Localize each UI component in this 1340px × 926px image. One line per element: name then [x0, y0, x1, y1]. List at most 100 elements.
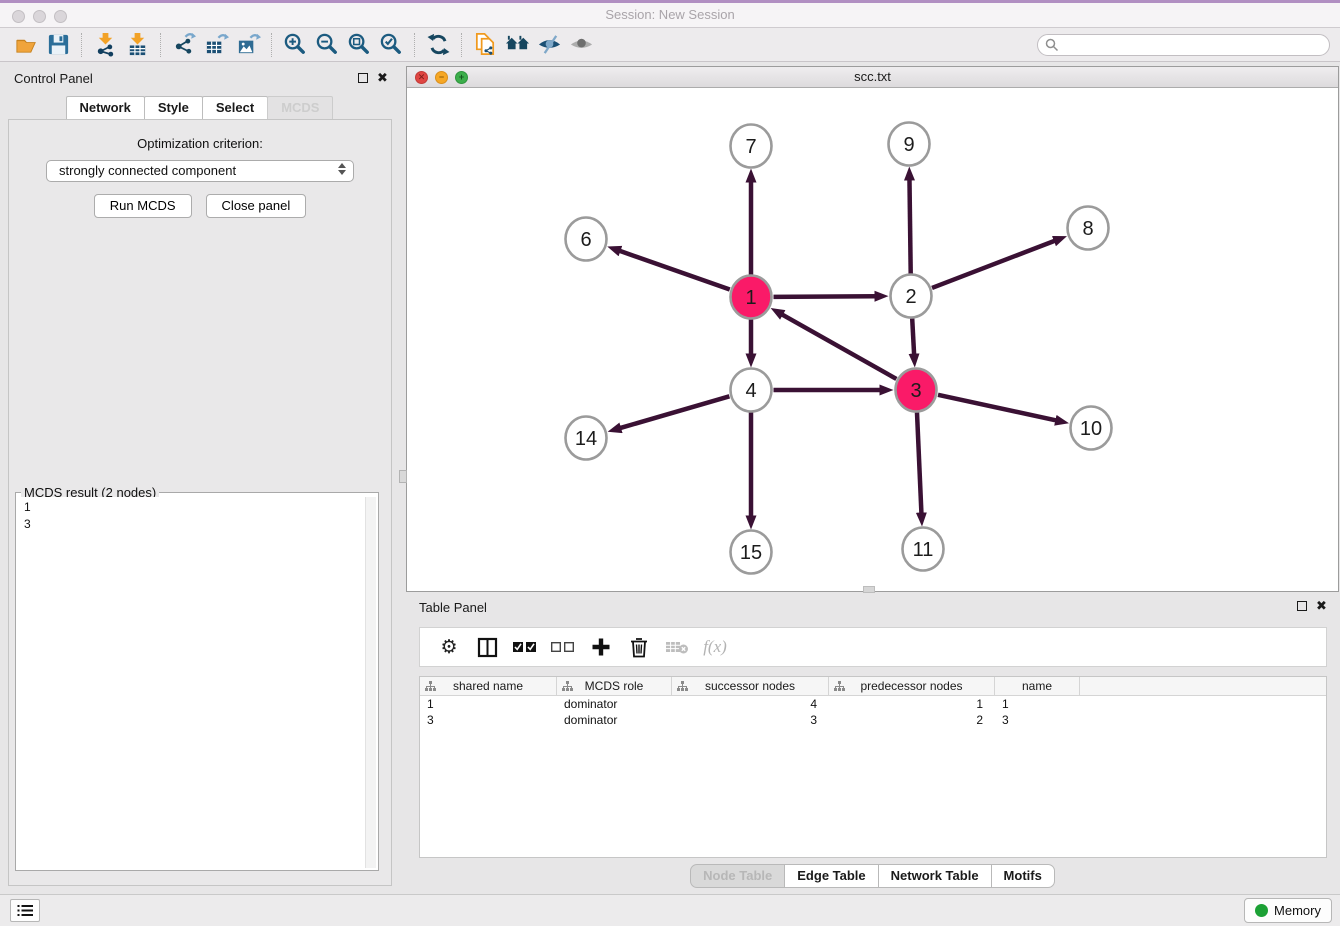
import-network-icon[interactable] [89, 31, 121, 59]
svg-text:14: 14 [575, 428, 597, 450]
zoom-fit-icon[interactable] [343, 31, 375, 59]
graph-edge-1-6[interactable] [619, 251, 729, 290]
result-scrollbar[interactable] [365, 497, 376, 868]
graph-node-10[interactable]: 10 [1071, 407, 1112, 450]
graph-node-14[interactable]: 14 [566, 417, 607, 460]
column-header-successor-nodes[interactable]: successor nodes [672, 677, 829, 695]
tab-network-table[interactable]: Network Table [878, 864, 992, 888]
search-input[interactable] [1037, 34, 1330, 56]
graph-node-6[interactable]: 6 [566, 218, 607, 261]
graph-edge-1-2[interactable] [773, 296, 875, 297]
close-panel-button[interactable]: Close panel [206, 194, 307, 218]
column-header-predecessor-nodes[interactable]: predecessor nodes [829, 677, 995, 695]
cell-predecessor-nodes[interactable]: 1 [829, 696, 995, 712]
cell-name[interactable]: 1 [995, 696, 1080, 712]
list-icon [17, 904, 34, 917]
tab-select[interactable]: Select [202, 96, 268, 120]
memory-button[interactable]: Memory [1244, 898, 1332, 923]
graph-edge-2-9[interactable] [909, 179, 910, 273]
graph-node-3[interactable]: 3 [896, 369, 937, 412]
column-header-shared-name[interactable]: shared name [420, 677, 557, 695]
task-history-button[interactable] [10, 899, 40, 922]
import-table-icon[interactable] [121, 31, 153, 59]
table-row[interactable]: 3dominator323 [420, 712, 1326, 728]
cell-mcds-role[interactable]: dominator [557, 712, 672, 728]
table-settings-gear-icon[interactable]: ⚙ [430, 631, 468, 663]
table-row[interactable]: 1dominator411 [420, 696, 1326, 712]
graph-node-9[interactable]: 9 [889, 123, 930, 166]
unselect-all-columns-icon[interactable] [544, 631, 582, 663]
cell-predecessor-nodes[interactable]: 2 [829, 712, 995, 728]
graph-node-1[interactable]: 1 [731, 276, 772, 319]
cell-shared-name[interactable]: 1 [420, 696, 557, 712]
graph-node-4[interactable]: 4 [731, 369, 772, 412]
zoom-out-icon[interactable] [311, 31, 343, 59]
export-image-icon[interactable] [232, 31, 264, 59]
result-line: 3 [24, 516, 358, 533]
select-all-columns-icon[interactable] [506, 631, 544, 663]
tab-network[interactable]: Network [66, 96, 145, 120]
float-panel-icon[interactable] [1297, 601, 1307, 611]
graph-edge-3-11[interactable] [917, 412, 921, 513]
export-network-icon[interactable] [168, 31, 200, 59]
graph-edge-3-1[interactable] [782, 314, 896, 379]
show-details-eye-icon[interactable] [565, 31, 597, 59]
graph-node-15[interactable]: 15 [731, 531, 772, 574]
network-canvas[interactable]: 7 9 6 8 1 2 4 3 14 10 15 11 [407, 88, 1338, 591]
optimization-criterion-select[interactable]: strongly connected component [46, 160, 354, 182]
close-panel-icon[interactable]: ✖ [377, 73, 388, 83]
cell-mcds-role[interactable]: dominator [557, 696, 672, 712]
delete-columns-icon[interactable] [620, 631, 658, 663]
vertical-splitter-grip[interactable] [399, 470, 407, 483]
float-panel-icon[interactable] [358, 73, 368, 83]
graph-node-8[interactable]: 8 [1068, 207, 1109, 250]
cell-successor-nodes[interactable]: 3 [672, 712, 829, 728]
refresh-layout-icon[interactable] [422, 31, 454, 59]
cell-name[interactable]: 3 [995, 712, 1080, 728]
maximize-window-icon[interactable] [54, 10, 67, 23]
graph-edge-4-14[interactable] [620, 396, 729, 428]
tab-mcds[interactable]: MCDS [267, 96, 333, 120]
column-header-name[interactable]: name [995, 677, 1080, 695]
minimize-window-icon[interactable] [33, 10, 46, 23]
tab-motifs[interactable]: Motifs [991, 864, 1055, 888]
horizontal-splitter-grip[interactable] [863, 586, 875, 593]
app-titlebar: Session: New Session [0, 0, 1340, 28]
tab-style[interactable]: Style [144, 96, 203, 120]
cell-successor-nodes[interactable]: 4 [672, 696, 829, 712]
hide-selected-eye-icon[interactable] [533, 31, 565, 59]
graph-node-2[interactable]: 2 [891, 275, 932, 318]
export-table-icon[interactable] [200, 31, 232, 59]
add-column-icon[interactable] [582, 631, 620, 663]
run-mcds-button[interactable]: Run MCDS [94, 194, 192, 218]
zoom-in-icon[interactable] [279, 31, 311, 59]
graph-node-7[interactable]: 7 [731, 125, 772, 168]
graph-node-11[interactable]: 11 [903, 528, 944, 571]
table-panel-tabs: Node TableEdge TableNetwork TableMotifs [406, 864, 1340, 888]
network-view-titlebar[interactable]: ✕ − + scc.txt [407, 67, 1338, 88]
graph-edge-2-3[interactable] [912, 318, 914, 354]
network-view-title: scc.txt [407, 67, 1338, 87]
close-window-icon[interactable] [12, 10, 25, 23]
close-panel-icon[interactable]: ✖ [1316, 601, 1327, 611]
cell-shared-name[interactable]: 3 [420, 712, 557, 728]
tab-node-table[interactable]: Node Table [690, 864, 785, 888]
graph-edge-3-10[interactable] [938, 395, 1056, 421]
control-panel-tabs: NetworkStyleSelectMCDS [0, 96, 400, 120]
control-panel-title: Control Panel [14, 71, 93, 86]
node-table[interactable]: shared nameMCDS rolesuccessor nodesprede… [419, 676, 1327, 858]
zoom-selected-icon[interactable] [375, 31, 407, 59]
network-minimize-icon[interactable]: − [435, 71, 448, 84]
search-icon [1045, 38, 1059, 52]
network-maximize-icon[interactable]: + [455, 71, 468, 84]
column-header-mcds-role[interactable]: MCDS role [557, 677, 672, 695]
show-columns-icon[interactable] [468, 631, 506, 663]
network-close-icon[interactable]: ✕ [415, 71, 428, 84]
save-session-icon[interactable] [42, 31, 74, 59]
new-network-from-selection-icon[interactable] [469, 31, 501, 59]
graph-edge-2-8[interactable] [932, 241, 1055, 288]
window-controls[interactable] [12, 10, 67, 23]
first-neighbors-icon[interactable] [501, 31, 533, 59]
open-file-icon[interactable] [10, 31, 42, 59]
tab-edge-table[interactable]: Edge Table [784, 864, 878, 888]
